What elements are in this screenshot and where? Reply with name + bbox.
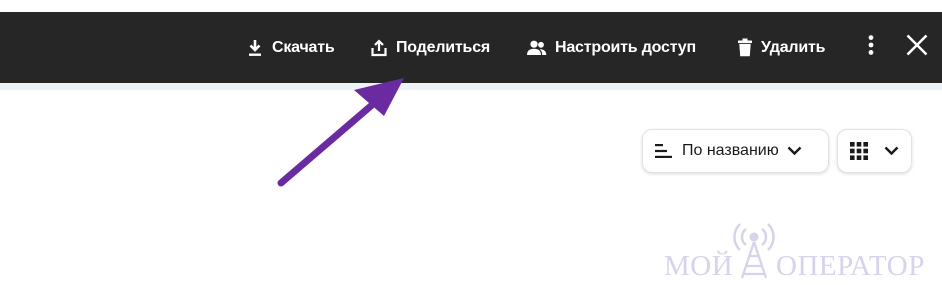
delete-label: Удалить [761,38,826,56]
download-icon [246,39,264,57]
share-label: Поделиться [396,38,491,56]
view-chevron-down-icon [884,146,899,156]
trash-icon [737,38,753,57]
radio-tower-icon [730,216,778,285]
watermark-text-right: ОПЕРАТОР [776,250,925,282]
share-icon [370,38,388,57]
watermark: МОЙ ОПЕРАТОР [664,216,924,282]
more-vertical-icon [868,35,874,60]
download-button[interactable]: Скачать [246,12,335,83]
close-button[interactable] [903,12,931,83]
close-icon [906,34,928,61]
toolbar-bottom-border [0,83,942,90]
people-icon [526,39,547,57]
access-settings-label: Настроить доступ [555,38,696,56]
chevron-down-icon [787,146,802,156]
sort-lines-icon [655,144,672,158]
share-button[interactable]: Поделиться [370,12,490,83]
delete-button[interactable]: Удалить [737,12,825,83]
sort-dropdown-label: По названию [682,142,779,159]
download-label: Скачать [272,38,335,56]
grid-view-icon [850,142,868,160]
more-options-button[interactable] [860,12,882,83]
access-settings-button[interactable]: Настроить доступ [526,12,696,83]
sort-dropdown[interactable]: По названию [642,129,829,173]
view-mode-dropdown[interactable] [837,129,912,173]
watermark-text-left: МОЙ [664,250,734,282]
